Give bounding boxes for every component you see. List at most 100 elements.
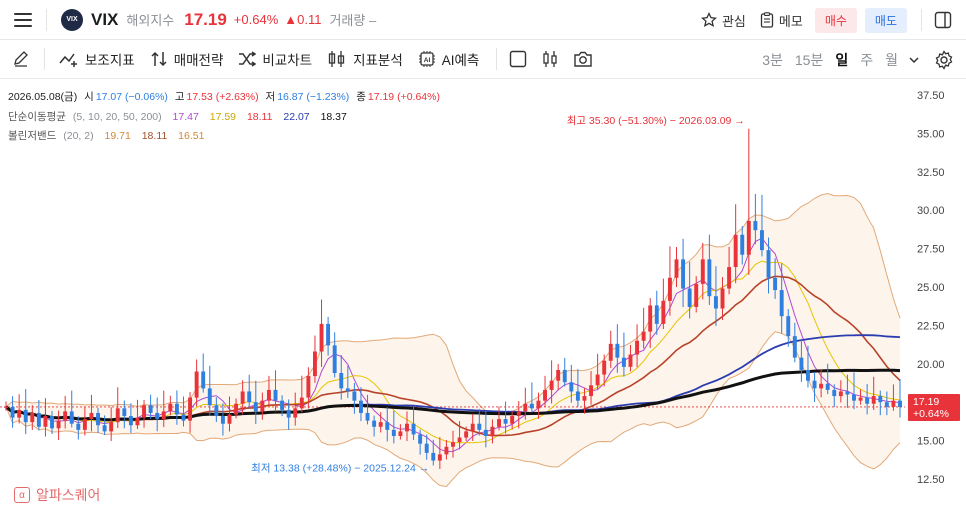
candle-body bbox=[707, 259, 712, 297]
top-bar: VIX VIX 해외지수 17.19 +0.64% ▲0.11 거래량 – 관심… bbox=[0, 0, 966, 40]
candle-body bbox=[89, 412, 94, 420]
candle-body bbox=[17, 409, 22, 418]
top-actions: 관심 메모 매수 매도 bbox=[687, 0, 966, 40]
candle-body bbox=[700, 259, 705, 284]
candle-body bbox=[773, 277, 778, 291]
candle-body bbox=[786, 316, 791, 337]
candle-body bbox=[128, 416, 133, 426]
ma5-value: 17.47 bbox=[172, 111, 199, 123]
candle-body bbox=[865, 397, 870, 404]
memo-icon bbox=[760, 12, 774, 28]
candle-body bbox=[898, 400, 902, 407]
ma-legend[interactable]: 단순이동평균 (5, 10, 20, 50, 200) 17.47 17.59 … bbox=[8, 109, 351, 124]
ohlc-legend: 2026.05.08(금) 시 17.07 (−0.06%) 고 17.53 (+2… bbox=[8, 89, 444, 104]
camera-icon[interactable] bbox=[573, 50, 593, 68]
volume-label: 거래량 – bbox=[329, 13, 377, 28]
period-week[interactable]: 주 bbox=[860, 50, 873, 70]
candle-body bbox=[819, 383, 824, 389]
candle-body bbox=[470, 423, 475, 432]
candle-body bbox=[115, 408, 120, 423]
candle-body bbox=[168, 403, 173, 412]
bollinger-upper: 19.71 bbox=[104, 130, 131, 142]
candle-body bbox=[667, 277, 672, 301]
y-tick-label: 37.50 bbox=[917, 90, 945, 102]
candle-body bbox=[740, 234, 745, 255]
candle-body bbox=[589, 385, 594, 397]
divider bbox=[46, 8, 47, 31]
candlestick-type-icon[interactable] bbox=[541, 50, 559, 68]
candle-body bbox=[69, 411, 74, 424]
candle-body bbox=[135, 417, 140, 426]
period-day[interactable]: 일 bbox=[835, 50, 848, 70]
candle-body bbox=[332, 345, 337, 374]
y-tick-label: 35.00 bbox=[917, 128, 945, 140]
candle-body bbox=[201, 371, 206, 389]
ai-predict-button[interactable]: AI AI예측 bbox=[418, 49, 479, 69]
candle-body bbox=[194, 371, 199, 398]
candle-body bbox=[483, 429, 488, 436]
y-tick-label: 22.50 bbox=[917, 320, 945, 332]
candle-body bbox=[76, 423, 81, 430]
analysis-button[interactable]: 지표분석 bbox=[327, 49, 403, 69]
candle-body bbox=[641, 331, 646, 341]
candle-body bbox=[516, 411, 521, 417]
menu-icon[interactable] bbox=[14, 12, 32, 27]
compare-label: 비교차트 bbox=[262, 53, 313, 68]
indicator-button[interactable]: 보조지표 bbox=[59, 49, 135, 69]
draw-pen-icon[interactable] bbox=[12, 50, 30, 68]
candle-body bbox=[43, 416, 48, 427]
candle-body bbox=[247, 391, 252, 403]
memo-label: 메모 bbox=[778, 13, 803, 29]
y-tick-label: 32.50 bbox=[917, 167, 945, 179]
high-label: 고 bbox=[174, 91, 185, 103]
buy-button[interactable]: 매수 bbox=[814, 7, 857, 33]
favorite-button[interactable]: 관심 bbox=[700, 11, 746, 30]
bollinger-legend[interactable]: 볼린저밴드 (20, 2) 19.71 18.11 16.51 bbox=[8, 128, 208, 143]
candle-body bbox=[720, 288, 725, 309]
candle-body bbox=[457, 437, 462, 443]
candle-body bbox=[635, 340, 640, 355]
candle-body bbox=[858, 397, 863, 401]
candle-body bbox=[687, 288, 692, 307]
strategy-button[interactable]: 매매전략 bbox=[150, 49, 223, 69]
chart-toolbar: 보조지표 매매전략 비교차트 지표분석 AI AI예측 3분 15분 일 주 월 bbox=[0, 40, 966, 79]
period-month[interactable]: 월 bbox=[885, 50, 898, 70]
sell-button[interactable]: 매도 bbox=[864, 7, 907, 33]
candle-body bbox=[155, 412, 160, 420]
candle-body bbox=[63, 411, 68, 421]
divider bbox=[496, 48, 498, 70]
memo-button[interactable]: 메모 bbox=[760, 11, 803, 30]
candle-body bbox=[746, 220, 751, 255]
candle-body bbox=[299, 397, 304, 409]
watermark-text: 알파스퀘어 bbox=[36, 487, 101, 503]
compare-button[interactable]: 비교차트 bbox=[238, 49, 312, 69]
candle-body bbox=[464, 431, 469, 438]
period-3min[interactable]: 3분 bbox=[762, 50, 783, 70]
candle-body bbox=[812, 380, 817, 389]
checkbox-icon[interactable] bbox=[509, 50, 527, 68]
y-tick-label: 20.00 bbox=[917, 359, 945, 371]
period-15min[interactable]: 15분 bbox=[795, 50, 823, 70]
candle-body bbox=[339, 373, 344, 389]
candle-body bbox=[30, 412, 35, 423]
chevron-down-icon[interactable] bbox=[908, 54, 920, 66]
compare-icon bbox=[239, 51, 257, 67]
price-chart[interactable]: 37.50 35.00 32.50 30.00 27.50 25.00 22.50 20.00… bbox=[0, 80, 966, 517]
candle-body bbox=[490, 426, 495, 436]
candle-body bbox=[411, 423, 416, 435]
watermark: α 알파스퀘어 bbox=[14, 485, 100, 505]
candle-body bbox=[109, 422, 114, 432]
side-panel-icon[interactable] bbox=[934, 11, 952, 29]
bollinger-middle: 18.11 bbox=[141, 130, 168, 142]
gear-icon[interactable] bbox=[934, 50, 954, 70]
indicator-label: 보조지표 bbox=[85, 53, 135, 68]
candle-body bbox=[477, 423, 482, 430]
candle-body bbox=[825, 383, 830, 390]
low-label: 저 bbox=[265, 91, 276, 103]
candle-body bbox=[306, 376, 311, 398]
close-label: 종 bbox=[356, 91, 366, 103]
candle-body bbox=[326, 323, 331, 346]
candle-body bbox=[122, 408, 127, 417]
candle-body bbox=[286, 409, 291, 418]
candle-body bbox=[871, 396, 876, 404]
